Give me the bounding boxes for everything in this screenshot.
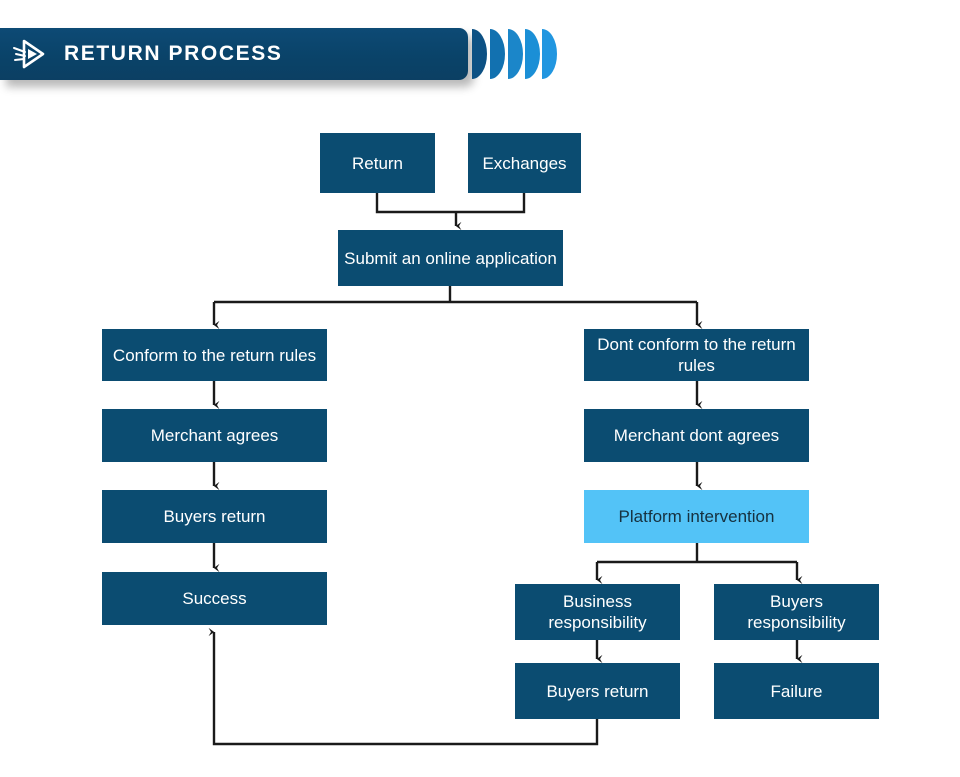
node-label: Buyers responsibility	[747, 592, 846, 632]
node-label: Return	[351, 153, 404, 173]
node-failure[interactable]: Failure	[714, 663, 879, 719]
stripe-1	[472, 29, 487, 79]
node-business-responsibility[interactable]: Business responsibility	[515, 584, 680, 640]
play-arrow-motion-icon	[12, 37, 48, 71]
node-label: Exchanges	[482, 153, 567, 173]
node-buyers-return-right[interactable]: Buyers return	[515, 663, 680, 719]
page-title: RETURN PROCESS	[64, 42, 283, 65]
header-banner: RETURN PROCESS	[0, 28, 468, 80]
node-success[interactable]: Success	[102, 572, 327, 625]
header-decorative-stripes	[472, 29, 564, 79]
edge-exchanges-to-submit	[456, 193, 526, 214]
node-label: Merchant dont agrees	[613, 426, 780, 445]
node-buyers-return-left[interactable]: Buyers return	[102, 490, 327, 543]
node-label: Failure	[770, 681, 823, 701]
node-label: Buyers return	[546, 681, 649, 701]
edge-return-to-submit	[375, 193, 456, 214]
stripe-2	[490, 29, 505, 79]
node-conform-to-return-rules[interactable]: Conform to the return rules	[102, 329, 327, 381]
node-label: Merchant agrees	[150, 426, 279, 445]
flowchart-connectors	[208, 193, 803, 746]
node-exchanges[interactable]: Exchanges	[468, 133, 581, 193]
node-label: Conform to the return rules	[112, 345, 317, 365]
stripe-3	[508, 29, 523, 79]
node-label: Buyers return	[163, 507, 266, 526]
node-dont-conform-to-return-rules[interactable]: Dont conform to the return rules	[584, 329, 809, 381]
node-label: Business responsibility	[548, 592, 647, 632]
node-label: Submit an online application	[344, 248, 557, 268]
node-label: Success	[182, 589, 247, 608]
node-merchant-dont-agrees[interactable]: Merchant dont agrees	[584, 409, 809, 462]
stripe-5	[542, 29, 557, 79]
node-label: Platform intervention	[618, 507, 775, 526]
stripe-4	[525, 29, 540, 79]
node-return[interactable]: Return	[320, 133, 435, 193]
node-submit-application[interactable]: Submit an online application	[338, 230, 563, 286]
node-label: Dont conform to the return rules	[597, 335, 796, 375]
node-merchant-agrees[interactable]: Merchant agrees	[102, 409, 327, 462]
node-buyers-responsibility[interactable]: Buyers responsibility	[714, 584, 879, 640]
node-platform-intervention[interactable]: Platform intervention	[584, 490, 809, 543]
